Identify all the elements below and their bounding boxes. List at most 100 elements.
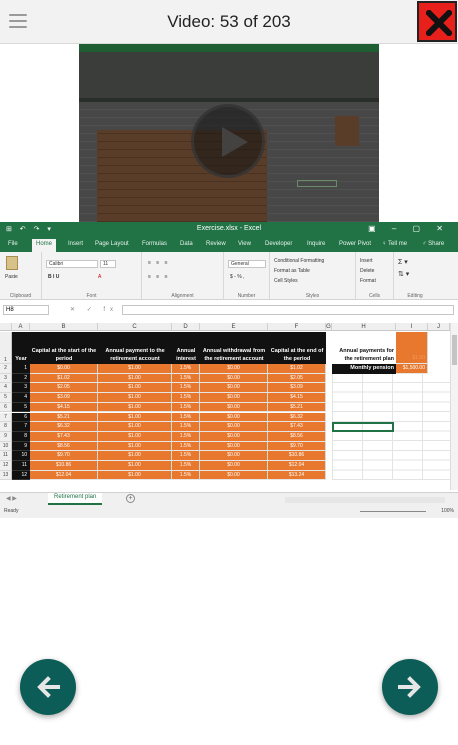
selected-cell-h8[interactable] <box>332 422 394 432</box>
insert-cells[interactable]: Insert <box>360 258 373 264</box>
data-cell[interactable]: $7.43 <box>30 431 98 442</box>
paste-label[interactable]: Paste <box>5 274 18 280</box>
row-header[interactable]: 12 <box>0 461 12 471</box>
table-header-cell[interactable]: Annual payment to the retirement account <box>98 332 172 364</box>
data-cell[interactable]: $4.15 <box>30 402 98 413</box>
table-header-cell[interactable]: Annual interest <box>172 332 200 364</box>
row-header[interactable]: 4 <box>0 383 12 394</box>
data-cell[interactable]: $2.05 <box>30 383 98 394</box>
column-header-j[interactable]: J <box>428 323 450 331</box>
data-cell[interactable]: 1.5% <box>172 431 200 442</box>
tab-page-layout[interactable]: Page Layout <box>95 241 129 247</box>
data-cell[interactable]: 1.5% <box>172 451 200 461</box>
year-cell[interactable]: 10 <box>12 451 30 461</box>
next-video-button[interactable] <box>382 659 438 715</box>
table-header-cell[interactable]: Annual withdrawal from the retirement ac… <box>200 332 268 364</box>
column-header-d[interactable]: D <box>172 323 200 331</box>
zoom-slider[interactable] <box>360 511 426 512</box>
table-header-cell[interactable]: Capital at the end of the period <box>268 332 326 364</box>
data-cell[interactable]: $1.00 <box>98 393 172 403</box>
tab-home[interactable]: Home <box>32 239 57 252</box>
number-format-select[interactable]: General <box>228 260 266 268</box>
row-header[interactable]: 8 <box>0 422 12 432</box>
formula-icons[interactable]: ✕ ✓ fx <box>70 306 118 313</box>
data-cell[interactable]: $0.00 <box>200 422 268 432</box>
data-cell[interactable]: $5.21 <box>268 402 326 413</box>
column-header-i[interactable]: I <box>396 323 428 331</box>
data-cell[interactable]: 1.5% <box>172 441 200 452</box>
data-cell[interactable]: $5.21 <box>30 412 98 423</box>
font-name-select[interactable]: Calibri <box>46 260 98 268</box>
year-cell[interactable]: 12 <box>12 470 30 481</box>
data-cell[interactable]: 1.5% <box>172 373 200 384</box>
data-cell[interactable]: $1.00 <box>98 441 172 452</box>
data-cell[interactable]: $10.86 <box>30 461 98 471</box>
data-cell[interactable]: 1.5% <box>172 461 200 471</box>
year-cell[interactable]: 4 <box>12 393 30 403</box>
tab-review[interactable]: Review <box>206 241 226 247</box>
row-header[interactable]: 10 <box>0 441 12 452</box>
year-cell[interactable]: 3 <box>12 383 30 394</box>
data-cell[interactable]: $1.00 <box>98 451 172 461</box>
year-cell[interactable]: 1 <box>12 364 30 374</box>
format-cells[interactable]: Format <box>360 278 376 284</box>
tab-power-pivot[interactable]: Power Pivot <box>339 241 371 247</box>
data-cell[interactable]: $0.00 <box>200 412 268 423</box>
row-header[interactable]: 13 <box>0 470 12 481</box>
data-cell[interactable]: $9.70 <box>268 441 326 452</box>
data-cell[interactable]: $0.00 <box>200 431 268 442</box>
data-cell[interactable]: $0.00 <box>200 470 268 481</box>
data-cell[interactable]: $1.00 <box>98 431 172 442</box>
data-cell[interactable]: $4.15 <box>268 393 326 403</box>
previous-video-button[interactable] <box>20 659 76 715</box>
vertical-scrollbar[interactable] <box>450 323 458 490</box>
column-header-e[interactable]: E <box>200 323 268 331</box>
data-cell[interactable]: $0.00 <box>200 393 268 403</box>
sort-filter-icon[interactable]: ⇅ ▾ <box>398 270 409 278</box>
name-box[interactable]: H8 <box>3 305 49 315</box>
row-header[interactable]: 9 <box>0 431 12 442</box>
data-cell[interactable]: $3.09 <box>268 383 326 394</box>
data-cell[interactable]: $6.32 <box>30 422 98 432</box>
column-header-c[interactable]: C <box>98 323 172 331</box>
tab-tell-me[interactable]: ♀ Tell me <box>382 241 407 247</box>
sheet-tab-retirement-plan[interactable]: Retirement plan <box>48 493 103 505</box>
data-cell[interactable]: 1.5% <box>172 402 200 413</box>
data-cell[interactable]: $1.00 <box>98 470 172 481</box>
column-header-b[interactable]: B <box>30 323 98 331</box>
row-header[interactable]: 7 <box>0 412 12 423</box>
data-cell[interactable]: $0.00 <box>30 364 98 374</box>
bold-italic-underline[interactable]: B I U <box>48 274 59 280</box>
data-cell[interactable]: 1.5% <box>172 470 200 481</box>
year-cell[interactable]: 6 <box>12 412 30 423</box>
data-cell[interactable]: 1.5% <box>172 393 200 403</box>
data-cell[interactable]: 1.5% <box>172 412 200 423</box>
formula-input[interactable] <box>122 305 454 315</box>
data-cell[interactable]: $1.00 <box>98 402 172 413</box>
year-cell[interactable]: 8 <box>12 431 30 442</box>
data-cell[interactable]: $1.02 <box>268 364 326 374</box>
tab-developer[interactable]: Developer <box>265 241 292 247</box>
data-cell[interactable]: $1.00 <box>98 412 172 423</box>
tab-file[interactable]: File <box>8 241 18 247</box>
year-cell[interactable]: 9 <box>12 441 30 452</box>
data-cell[interactable]: $1.00 <box>98 383 172 394</box>
conditional-formatting[interactable]: Conditional Formatting <box>274 258 324 264</box>
worksheet-grid[interactable]: A B C D E F G H I J 1 Year Capital at the start of t… <box>0 323 450 490</box>
data-cell[interactable]: $0.00 <box>200 373 268 384</box>
close-button[interactable] <box>417 1 457 42</box>
year-cell[interactable]: 5 <box>12 402 30 413</box>
add-sheet-icon[interactable]: + <box>126 494 135 503</box>
data-cell[interactable]: $2.05 <box>268 373 326 384</box>
row-header[interactable]: 11 <box>0 451 12 461</box>
data-cell[interactable]: $1.02 <box>30 373 98 384</box>
cell-styles[interactable]: Cell Styles <box>274 278 298 284</box>
tab-share[interactable]: ♂ Share <box>422 241 444 247</box>
sheet-nav-arrows[interactable]: ◀ ▶ <box>6 495 17 502</box>
year-cell[interactable]: 2 <box>12 373 30 384</box>
column-header-f[interactable]: F <box>268 323 326 331</box>
data-cell[interactable]: $9.70 <box>30 451 98 461</box>
delete-cells[interactable]: Delete <box>360 268 374 274</box>
data-cell[interactable]: $0.00 <box>200 402 268 413</box>
data-cell[interactable]: $0.00 <box>200 383 268 394</box>
